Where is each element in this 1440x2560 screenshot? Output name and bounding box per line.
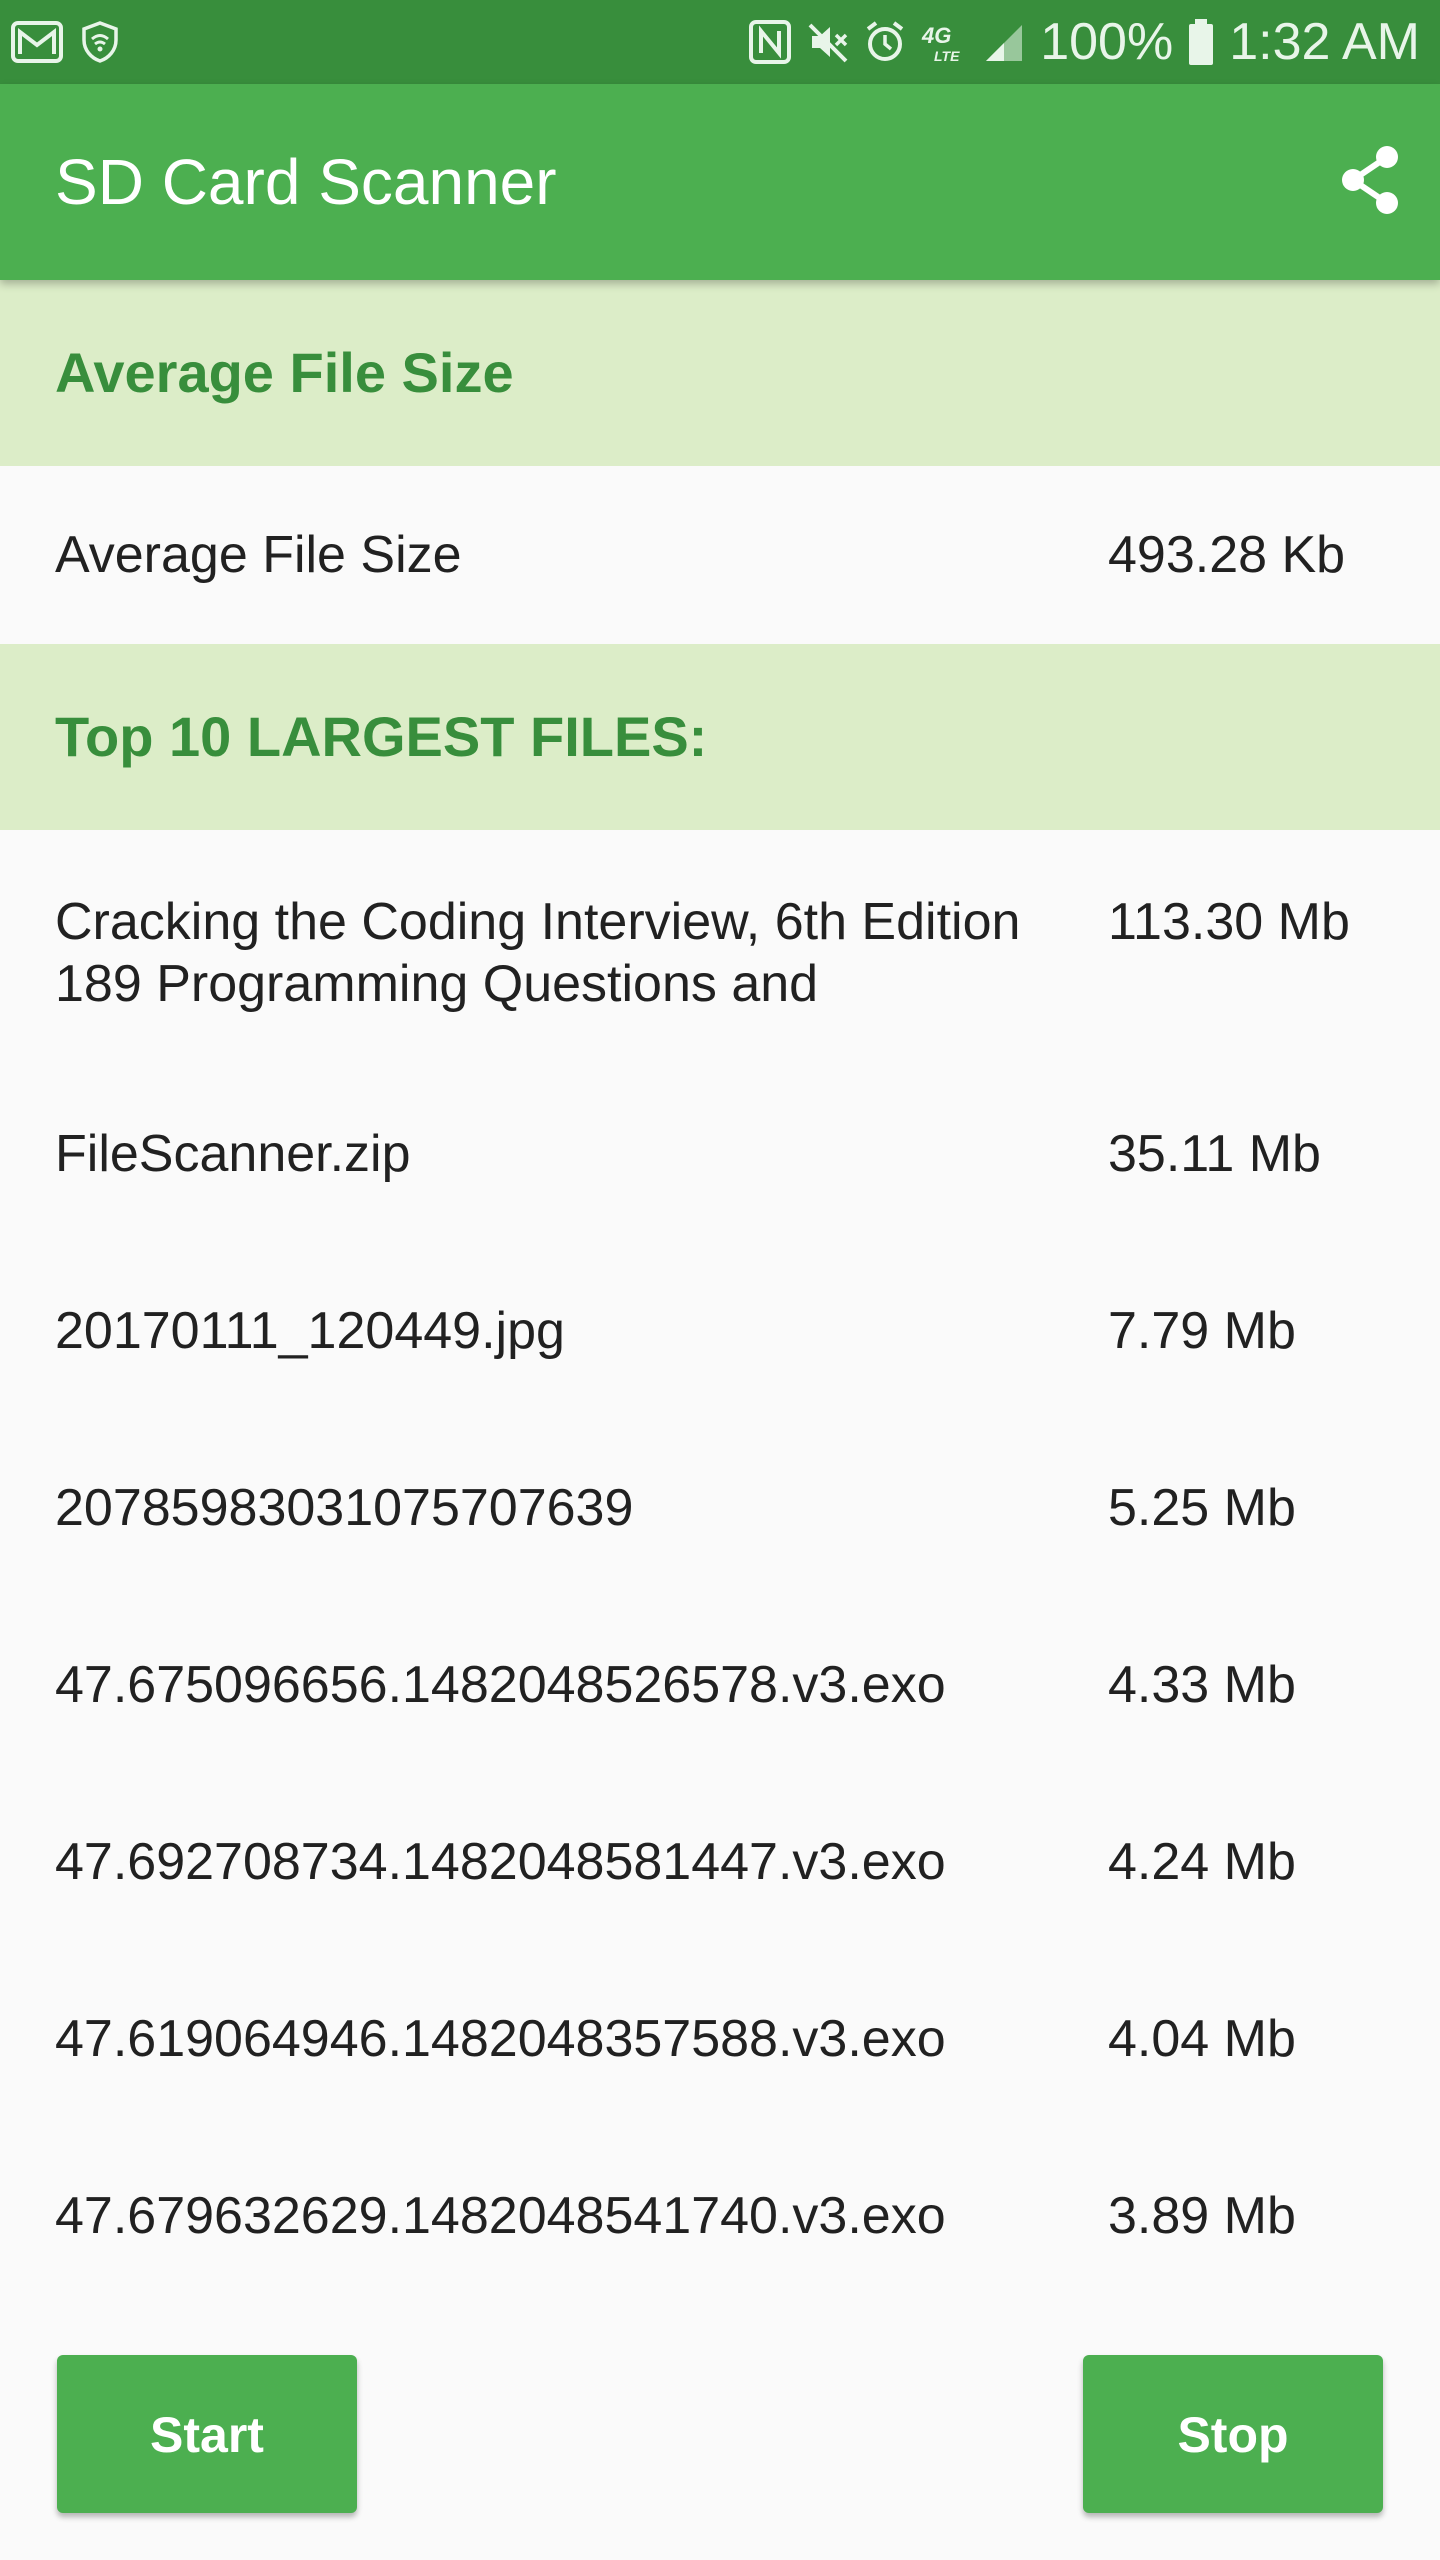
section-header-label: Average File Size [55,341,514,404]
alarm-icon [864,19,906,65]
average-label: Average File Size [55,526,462,584]
file-size: 113.30 Mb [1108,893,1350,951]
file-size: 3.89 Mb [1108,2187,1296,2245]
file-row: 47.619064946.1482048357588.v3.exo 4.04 M… [0,1951,1440,2128]
file-size: 4.04 Mb [1108,2010,1296,2068]
status-left-icons [10,16,120,68]
stop-button[interactable]: Stop [1083,2355,1383,2513]
battery-icon [1187,18,1215,66]
svg-text:LTE: LTE [934,48,960,64]
mute-icon [806,19,850,65]
file-name: 47.679632629.1482048541740.v3.exo [55,2187,946,2245]
average-value: 493.28 Kb [1108,526,1346,584]
file-row: 47.679632629.1482048541740.v3.exo 3.89 M… [0,2128,1440,2305]
file-size: 4.33 Mb [1108,1656,1296,1714]
status-bar: 4G LTE 100% 1:32 AM [0,0,1440,84]
file-name: 47.675096656.1482048526578.v3.exo [55,1656,946,1714]
section-header-largest: Top 10 LARGEST FILES: [0,644,1440,830]
svg-text:4G: 4G [921,23,951,48]
share-icon [1335,143,1405,222]
gmail-icon [10,20,64,64]
file-row: 20170111_120449.jpg 7.79 Mb [0,1243,1440,1420]
file-name: FileScanner.zip [55,1125,411,1183]
file-row: 47.692708734.1482048581447.v3.exo 4.24 M… [0,1774,1440,1951]
lte-icon: 4G LTE [920,19,968,65]
file-name: Cracking the Coding Interview, 6th Editi… [55,893,1021,1013]
file-row: 2078598303107570763​9 5.25 Mb [0,1420,1440,1597]
file-row: 47.675096656.1482048526578.v3.exo 4.33 M… [0,1597,1440,1774]
app-bar: SD Card Scanner [0,84,1440,280]
file-size: 5.25 Mb [1108,1479,1296,1537]
battery-percent: 100% [1040,13,1174,71]
file-row: FileScanner.zip 35.11 Mb [0,1066,1440,1243]
average-row: Average File Size 493.28 Kb [0,466,1440,644]
section-header-average: Average File Size [0,280,1440,466]
start-button[interactable]: Start [57,2355,357,2513]
file-name: 20170111_120449.jpg [55,1302,565,1360]
file-name: 2078598303107570763​9 [55,1479,634,1537]
nfc-icon [748,19,792,65]
app-title: SD Card Scanner [55,146,557,218]
file-size: 7.79 Mb [1108,1302,1296,1360]
file-name: 47.619064946.1482048357588.v3.exo [55,2010,946,2068]
signal-icon [982,19,1026,65]
section-header-label: Top 10 LARGEST FILES: [55,705,708,768]
status-right-icons: 4G LTE 100% 1:32 AM [748,10,1420,74]
file-size: 35.11 Mb [1108,1125,1321,1183]
file-name: 47.692708734.1482048581447.v3.exo [55,1833,946,1891]
file-row: Cracking the Coding Interview, 6th Editi… [0,830,1440,1066]
status-time: 1:32 AM [1229,13,1420,71]
wifi-shield-icon [80,20,120,64]
file-size: 4.24 Mb [1108,1833,1296,1891]
share-button[interactable] [1330,142,1410,222]
